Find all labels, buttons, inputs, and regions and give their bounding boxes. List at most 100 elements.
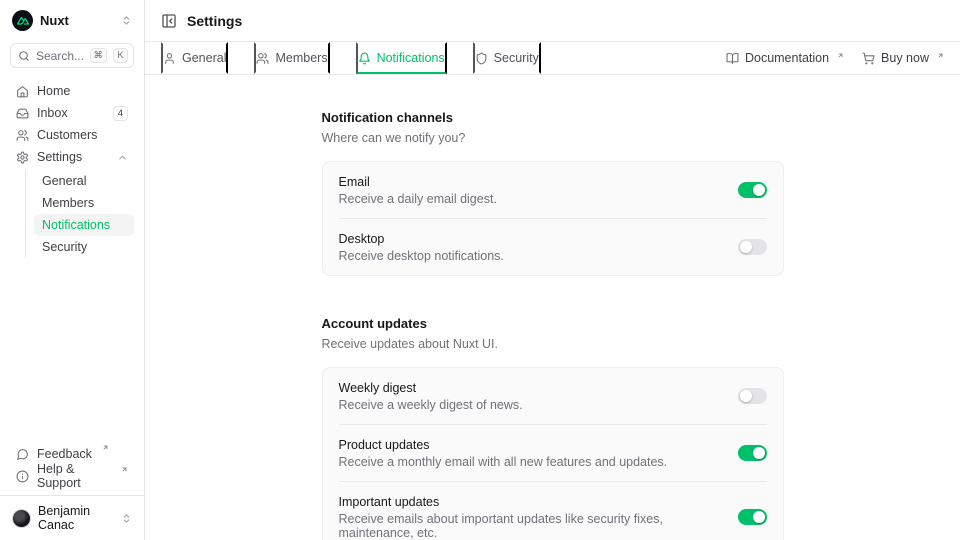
info-circle-icon xyxy=(16,470,29,483)
external-link-icon xyxy=(837,52,844,59)
important-updates-toggle[interactable] xyxy=(738,509,767,525)
inbox-icon xyxy=(16,107,29,120)
setting-row-important-updates: Important updates Receive emails about i… xyxy=(339,481,767,540)
setting-title: Email xyxy=(339,175,722,189)
sidebar-item-customers[interactable]: Customers xyxy=(10,124,134,146)
sidebar-nav: Home Inbox 4 Customers xyxy=(10,80,134,258)
tab-general[interactable]: General xyxy=(161,42,228,74)
setting-title: Important updates xyxy=(339,495,722,509)
inbox-count-badge: 4 xyxy=(113,106,128,121)
product-updates-toggle[interactable] xyxy=(738,445,767,461)
settings-content: Notification channels Where can we notif… xyxy=(145,75,960,540)
setting-row-weekly-digest: Weekly digest Receive a weekly digest of… xyxy=(339,368,767,424)
app-window: Nuxt ⌘ K Home xyxy=(0,0,960,540)
email-toggle[interactable] xyxy=(738,182,767,198)
workspace-name: Nuxt xyxy=(40,13,69,28)
setting-title: Desktop xyxy=(339,232,722,246)
bell-icon xyxy=(358,52,371,65)
account-updates-card: Weekly digest Receive a weekly digest of… xyxy=(322,367,784,540)
setting-description: Receive a monthly email with all new fea… xyxy=(339,455,722,469)
nuxt-logo-icon xyxy=(12,10,33,31)
setting-row-desktop: Desktop Receive desktop notifications. xyxy=(339,218,767,275)
shopping-cart-icon xyxy=(862,52,875,65)
sidebar-item-label: Settings xyxy=(37,150,82,164)
home-icon xyxy=(16,85,29,98)
avatar xyxy=(12,509,31,528)
sidebar-item-settings-general[interactable]: General xyxy=(34,170,134,192)
weekly-digest-toggle[interactable] xyxy=(738,388,767,404)
external-link-icon xyxy=(121,466,128,473)
tab-label: General xyxy=(182,51,226,65)
gear-icon xyxy=(16,151,29,164)
users-icon xyxy=(256,52,269,65)
user-icon xyxy=(163,52,176,65)
settings-tabbar: General Members Notifications Security xyxy=(145,41,960,75)
sidebar-item-label: General xyxy=(42,174,86,188)
header-links: Documentation Buy now xyxy=(726,42,944,74)
user-name: Benjamin Canac xyxy=(38,504,114,532)
kbd-meta: ⌘ xyxy=(90,48,108,63)
buy-now-link[interactable]: Buy now xyxy=(862,51,944,65)
sidebar-item-inbox[interactable]: Inbox 4 xyxy=(10,102,134,124)
setting-row-product-updates: Product updates Receive a monthly email … xyxy=(339,424,767,481)
link-label: Documentation xyxy=(745,51,829,65)
sidebar-item-label: Notifications xyxy=(42,218,110,232)
shield-icon xyxy=(475,52,488,65)
setting-description: Receive desktop notifications. xyxy=(339,249,722,263)
search-box[interactable]: ⌘ K xyxy=(10,43,134,68)
documentation-link[interactable]: Documentation xyxy=(726,51,844,65)
settings-subnav: General Members Notifications Security xyxy=(25,170,134,258)
sidebar-item-home[interactable]: Home xyxy=(10,80,134,102)
tab-label: Notifications xyxy=(377,51,445,65)
page-title: Settings xyxy=(187,13,242,29)
page-header: Settings xyxy=(145,0,960,41)
section-title: Notification channels xyxy=(322,110,784,125)
sidebar-collapse-icon[interactable] xyxy=(161,13,177,29)
setting-description: Receive a weekly digest of news. xyxy=(339,398,722,412)
tab-members[interactable]: Members xyxy=(254,42,329,74)
section-title: Account updates xyxy=(322,316,784,331)
section-description: Where can we notify you? xyxy=(322,131,784,145)
workspace-selector[interactable]: Nuxt xyxy=(10,8,134,33)
tab-notifications[interactable]: Notifications xyxy=(356,42,447,74)
notification-channels-section: Notification channels Where can we notif… xyxy=(322,110,784,276)
sidebar-item-label: Members xyxy=(42,196,94,210)
sidebar-item-label: Customers xyxy=(37,128,97,142)
sidebar: Nuxt ⌘ K Home xyxy=(0,0,145,540)
setting-title: Weekly digest xyxy=(339,381,722,395)
external-link-icon xyxy=(102,444,109,451)
sidebar-item-settings-security[interactable]: Security xyxy=(34,236,134,258)
chevrons-up-down-icon xyxy=(121,15,132,26)
tab-label: Security xyxy=(494,51,539,65)
setting-description: Receive emails about important updates l… xyxy=(339,512,722,540)
user-menu[interactable]: Benjamin Canac xyxy=(0,495,144,540)
sidebar-item-help-support[interactable]: Help & Support xyxy=(10,465,134,487)
sidebar-item-label: Inbox xyxy=(37,106,68,120)
setting-row-email: Email Receive a daily email digest. xyxy=(339,162,767,218)
tab-security[interactable]: Security xyxy=(473,42,541,74)
account-updates-section: Account updates Receive updates about Nu… xyxy=(322,316,784,540)
search-input[interactable] xyxy=(36,49,84,63)
tab-label: Members xyxy=(275,51,327,65)
book-open-icon xyxy=(726,52,739,65)
setting-title: Product updates xyxy=(339,438,722,452)
chevron-up-icon xyxy=(117,152,128,163)
sidebar-item-label: Feedback xyxy=(37,447,92,461)
sidebar-item-settings-notifications[interactable]: Notifications xyxy=(34,214,134,236)
link-label: Buy now xyxy=(881,51,929,65)
users-icon xyxy=(16,129,29,142)
sidebar-item-settings[interactable]: Settings xyxy=(10,146,134,168)
sidebar-spacer xyxy=(0,258,144,443)
external-link-icon xyxy=(937,52,944,59)
desktop-toggle[interactable] xyxy=(738,239,767,255)
message-bubble-icon xyxy=(16,448,29,461)
main-panel: Settings General Members Notifications xyxy=(145,0,960,540)
sidebar-item-label: Home xyxy=(37,84,70,98)
setting-description: Receive a daily email digest. xyxy=(339,192,722,206)
kbd-k: K xyxy=(113,48,128,63)
search-icon xyxy=(18,50,30,62)
sidebar-item-label: Help & Support xyxy=(37,462,111,490)
sidebar-item-settings-members[interactable]: Members xyxy=(34,192,134,214)
section-description: Receive updates about Nuxt UI. xyxy=(322,337,784,351)
sidebar-item-label: Security xyxy=(42,240,87,254)
